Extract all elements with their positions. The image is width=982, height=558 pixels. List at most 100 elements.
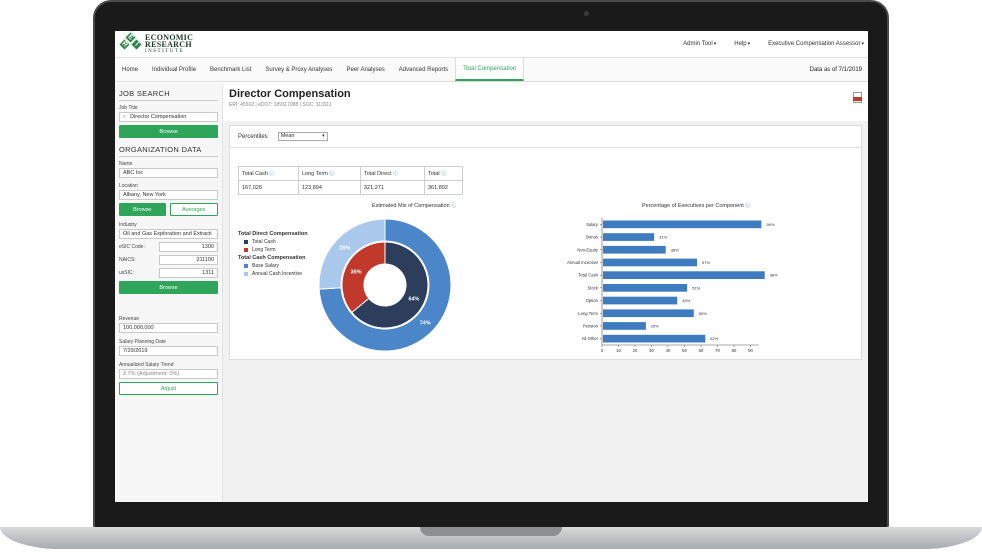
help-menu[interactable]: Help▾ — [734, 41, 750, 47]
tab-peer-analyses[interactable]: Peer Analyses — [339, 58, 391, 81]
percentiles-row: Percentiles Mean — [230, 126, 861, 148]
bar[interactable] — [603, 296, 678, 305]
legend-label: Total Cash — [252, 239, 276, 245]
naics-row: NAICS: 211100 — [119, 255, 218, 265]
bar[interactable] — [603, 322, 646, 330]
donut-chart: 74% 26% 64% 36% — [318, 218, 452, 352]
job-title-input[interactable]: ⌕ Director Compensation — [119, 112, 218, 122]
naics-input[interactable]: 211100 — [159, 255, 218, 265]
camera — [584, 11, 589, 16]
help-icon[interactable]: ⓘ — [329, 171, 334, 177]
legend-item: Base Salary — [244, 263, 308, 269]
legend-group-title: Total Cash Compensation — [238, 255, 306, 261]
outer-ring-slice-label: 26% — [339, 245, 350, 251]
pdf-export-icon[interactable] — [853, 92, 862, 103]
legend-item: Annual Cash Incentive — [244, 271, 308, 277]
industry-input[interactable]: Oil and Gas Exploration and Extracti — [119, 229, 218, 239]
table-header-cell: Total Direct ⓘ — [360, 166, 425, 181]
bar-value-label: 96% — [766, 222, 774, 227]
donut-legend: Total Direct Compensation Total Cash Lon… — [238, 229, 308, 279]
help-icon[interactable]: ⓘ — [270, 171, 275, 177]
logo-line: INSTITUTE — [145, 48, 185, 54]
averages-button[interactable]: Averages — [169, 203, 218, 216]
legend-swatch — [244, 248, 248, 252]
job-search-title: JOB SEARCH — [119, 89, 218, 101]
bar[interactable] — [603, 220, 762, 229]
tab-home[interactable]: Home — [115, 58, 145, 81]
category-label: Bonus — [586, 235, 598, 240]
legend-label: Long Term — [252, 247, 276, 253]
chart-title-text: Estimated Mix of Compensation — [372, 203, 450, 209]
bar-value-label: 62% — [710, 336, 718, 341]
location-buttons: Browse Averages — [119, 203, 218, 216]
bar[interactable] — [603, 258, 698, 267]
esic-label: eSIC Code: — [119, 244, 145, 250]
x-tick-label: 20 — [633, 348, 638, 353]
chevron-down-icon: ▾ — [861, 41, 864, 47]
percentiles-label: Percentiles — [238, 133, 268, 140]
salary-date-input[interactable]: 7/29/2019 — [119, 346, 218, 356]
help-icon[interactable]: ⓘ — [441, 171, 446, 177]
salary-date-label: Salary Planning Date — [119, 339, 166, 345]
bar[interactable] — [603, 245, 666, 254]
bar[interactable] — [603, 334, 706, 343]
tab-individual-profile[interactable]: Individual Profile — [145, 58, 203, 81]
ussic-input[interactable]: 1311 — [159, 268, 218, 278]
chevron-down-icon: ▾ — [713, 41, 717, 47]
help-icon[interactable]: ⓘ — [745, 203, 750, 209]
table-header-cell: Total ⓘ — [424, 166, 463, 181]
inner-ring-slice-label: 36% — [351, 269, 362, 275]
bar[interactable] — [603, 233, 655, 241]
naics-label: NAICS: — [119, 257, 136, 263]
admin-tool-menu[interactable]: Admin Tool▾ — [683, 41, 716, 47]
logo-line: RESEARCH — [145, 39, 192, 49]
name-input[interactable]: ABC Inc — [119, 168, 218, 178]
tab-total-compensation[interactable]: Total Compensation — [455, 58, 525, 81]
legend-group-title: Total Direct Compensation — [238, 231, 308, 237]
esic-input[interactable]: 1300 — [159, 242, 218, 252]
job-browse-button[interactable]: Browse — [119, 125, 218, 138]
location-browse-button[interactable]: Browse — [119, 203, 166, 216]
legend-swatch — [244, 272, 248, 276]
bar-value-label: 98% — [770, 273, 778, 278]
bar[interactable] — [603, 309, 694, 318]
eri-logo[interactable]: E R I ECONOMIC RESEARCH INSTITUTE — [118, 31, 193, 55]
revenue-label: Revenue — [119, 316, 140, 322]
x-tick-label: 0 — [601, 348, 604, 353]
table-row: 167,028 123,894 321,271 361,892 — [238, 180, 463, 195]
tab-survey-proxy[interactable]: Survey & Proxy Analyses — [258, 58, 339, 81]
x-tick-label: 50 — [682, 348, 687, 353]
table-cell: 167,028 — [238, 180, 299, 195]
tab-advanced-reports[interactable]: Advanced Reports — [392, 58, 455, 81]
percentile-select[interactable]: Mean — [277, 132, 328, 141]
table-header-cell: Long Term ⓘ — [298, 166, 361, 181]
bar-chart: Salary 96% Bonus 31% Non-Equity 38% Annual Inc… — [567, 218, 778, 353]
bar-chart-title: Percentage of Executives per Component ⓘ — [642, 202, 750, 209]
exec-comp-assessor-menu[interactable]: Executive Compensation Assessor▾ — [768, 41, 864, 47]
ussic-row: usSIC: 1311 — [119, 268, 218, 278]
tab-benchmark-list[interactable]: Benchmark List — [203, 58, 258, 81]
bar[interactable] — [603, 284, 688, 292]
help-icon[interactable]: ⓘ — [451, 203, 456, 209]
industry-browse-button[interactable]: Browse — [119, 281, 218, 294]
header-text: Total Cash — [242, 171, 268, 177]
bar[interactable] — [603, 271, 765, 279]
location-input[interactable]: Albany, New York — [119, 190, 218, 200]
app-screen: E R I ECONOMIC RESEARCH INSTITUTE Admin … — [115, 31, 868, 502]
trend-input[interactable]: 2.7% (Adjustment: 0%) — [119, 369, 218, 379]
page-header: Director Compensation ERI: 45502 | eDOT:… — [223, 83, 868, 121]
x-tick-label: 80 — [732, 348, 737, 353]
x-tick-label: 30 — [649, 348, 654, 353]
bar-value-label: 26% — [651, 323, 659, 328]
x-tick-label: 60 — [699, 348, 704, 353]
revenue-input[interactable]: 100,000,000 — [119, 323, 218, 333]
sidebar: JOB SEARCH Job Title ⌕ Director Compensat… — [115, 83, 223, 502]
search-icon: ⌕ — [123, 114, 127, 120]
table-header-cell: Total Cash ⓘ — [238, 166, 299, 181]
help-icon[interactable]: ⓘ — [393, 171, 398, 177]
industry-label: Industry — [119, 222, 137, 228]
menu-label: Executive Compensation Assessor — [768, 41, 861, 47]
bar-value-label: 45% — [682, 298, 690, 303]
adjust-button[interactable]: Adjust — [119, 382, 218, 395]
legend-item: Long Term — [244, 247, 308, 253]
